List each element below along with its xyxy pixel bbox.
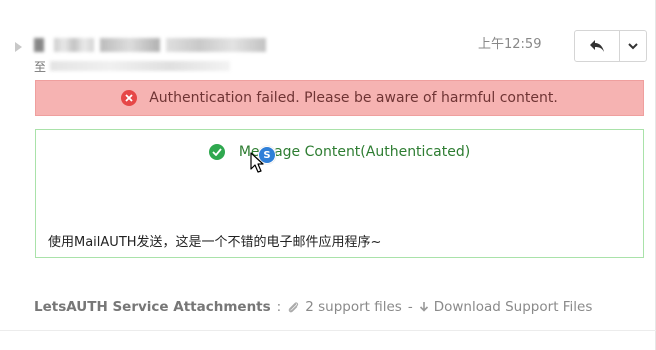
recipient-line: 至 bbox=[34, 58, 231, 74]
check-circle-icon bbox=[208, 144, 225, 160]
sender-avatar-redacted bbox=[34, 38, 44, 52]
download-arrow-icon[interactable] bbox=[419, 301, 429, 313]
chevron-down-icon bbox=[628, 43, 638, 50]
download-support-files-link[interactable]: Download Support Files bbox=[434, 299, 593, 315]
paperclip-icon bbox=[287, 301, 300, 314]
authenticated-content-box: Message Content(Authenticated) 使用MailAUT… bbox=[35, 129, 644, 258]
authentication-failed-alert: Authentication failed. Please be aware o… bbox=[35, 80, 644, 116]
support-files-link[interactable]: 2 support files bbox=[305, 299, 402, 315]
more-options-button[interactable] bbox=[620, 31, 646, 61]
attachments-separator: - bbox=[407, 299, 413, 315]
sender-redacted bbox=[34, 36, 266, 54]
attachments-title: LetsAUTH Service Attachments bbox=[34, 299, 271, 315]
email-viewer: 至 上午12:59 Authentication failed. Please … bbox=[0, 0, 656, 350]
expand-caret-icon[interactable] bbox=[15, 42, 22, 52]
footer-divider bbox=[0, 330, 656, 331]
reply-icon bbox=[590, 40, 604, 52]
x-circle-icon bbox=[121, 90, 138, 106]
attachments-bar: LetsAUTH Service Attachments : 2 support… bbox=[34, 299, 592, 315]
sender-extra-redacted bbox=[166, 38, 266, 52]
received-time: 上午12:59 bbox=[478, 37, 542, 52]
content-title: Message Content(Authenticated) bbox=[36, 144, 643, 160]
alert-message: Authentication failed. Please be aware o… bbox=[149, 90, 558, 106]
message-body: 使用MailAUTH发送，这是一个不错的电子邮件应用程序~ bbox=[48, 235, 382, 250]
to-label: 至 bbox=[34, 59, 47, 74]
reply-button[interactable] bbox=[575, 31, 620, 61]
recipient-redacted bbox=[50, 61, 231, 71]
attachments-colon: : bbox=[276, 299, 282, 315]
mouse-cursor-icon bbox=[250, 152, 264, 173]
sender-name-redacted bbox=[54, 38, 94, 52]
sender-email-redacted bbox=[100, 38, 160, 52]
reply-button-group bbox=[574, 30, 647, 62]
